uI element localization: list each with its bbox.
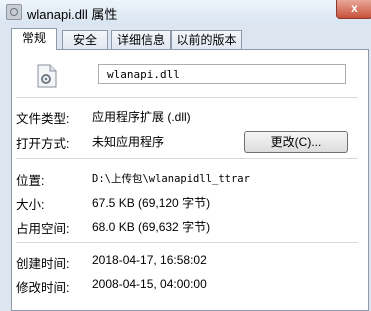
- location-label: 位置:: [16, 174, 45, 188]
- divider: [16, 97, 358, 98]
- size-on-disk-value: 68.0 KB (69,632 字节): [92, 220, 211, 234]
- size-on-disk-label: 占用空间:: [16, 222, 70, 236]
- size-label: 大小:: [16, 198, 45, 212]
- divider: [16, 242, 358, 243]
- change-button[interactable]: 更改(C)...: [244, 131, 348, 153]
- modified-value: 2008-04-15, 04:00:00: [92, 277, 207, 291]
- general-panel: wlanapi.dll 文件类型: 应用程序扩展 (.dll) 打开方式: 未知…: [11, 49, 369, 311]
- dll-file-icon: [6, 4, 22, 20]
- opens-with-label: 打开方式:: [16, 137, 70, 151]
- window-title: wlanapi.dll 属性: [27, 7, 118, 22]
- created-value: 2018-04-17, 16:58:02: [92, 253, 207, 267]
- tab-security[interactable]: 安全: [62, 30, 108, 49]
- dll-file-icon: [37, 64, 57, 88]
- tab-previous-versions[interactable]: 以前的版本: [171, 30, 242, 49]
- filename-field[interactable]: wlanapi.dll: [98, 64, 346, 84]
- divider: [16, 158, 358, 159]
- file-type-label: 文件类型:: [16, 112, 70, 126]
- file-type-value: 应用程序扩展 (.dll): [92, 110, 191, 124]
- title-bar: wlanapi.dll 属性 x: [0, 0, 371, 24]
- opens-with-value: 未知应用程序: [92, 135, 165, 149]
- close-button[interactable]: x: [336, 0, 371, 19]
- size-value: 67.5 KB (69,120 字节): [92, 196, 211, 210]
- tab-strip: 常规 安全 详细信息 以前的版本: [0, 28, 371, 50]
- tab-general[interactable]: 常规: [11, 28, 57, 50]
- tab-details[interactable]: 详细信息: [111, 30, 171, 49]
- location-value: D:\上传包\wlanapidll_ttrar: [92, 173, 250, 185]
- modified-label: 修改时间:: [16, 281, 70, 295]
- created-label: 创建时间:: [16, 257, 70, 271]
